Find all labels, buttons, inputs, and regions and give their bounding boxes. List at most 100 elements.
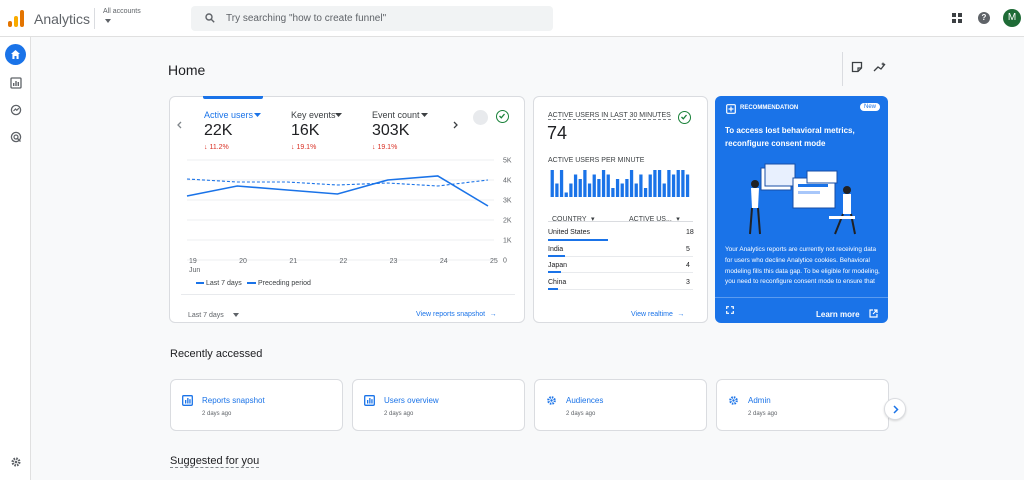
realtime-count: 74 (547, 123, 568, 143)
recent-item-admin[interactable]: Admin 2 days ago (716, 379, 889, 431)
arrow-right-icon: → (677, 311, 685, 318)
recommendation-icon (726, 104, 736, 114)
minute-bar (657, 170, 662, 197)
divider (181, 294, 515, 295)
item-time: 2 days ago (566, 411, 596, 417)
minute-bar (564, 192, 568, 197)
active-users-column-header[interactable]: ACTIVE US... ▾ (629, 208, 680, 226)
row-divider (548, 289, 693, 290)
chevron-left-icon[interactable] (176, 121, 183, 129)
minute-bar (601, 170, 606, 197)
recommendation-card[interactable]: RECOMMENDATION New To access lost behavi… (715, 96, 888, 323)
view-reports-snapshot-link[interactable]: View reports snapshot → (416, 303, 497, 321)
notes-icon[interactable] (851, 61, 863, 73)
button-label: Learn more (816, 310, 860, 319)
minute-bar (592, 174, 596, 197)
metric-label: Active users (204, 110, 254, 120)
avatar[interactable]: M (1003, 9, 1021, 27)
country-name: China (548, 279, 567, 286)
date-range-selector[interactable]: Last 7 days (188, 304, 240, 322)
report-icon (182, 395, 193, 406)
minute-bar (573, 174, 578, 197)
per-minute-label: ACTIVE USERS PER MINUTE (548, 157, 645, 164)
item-name: Users overview (384, 396, 439, 405)
y-tick-label: 5K (503, 158, 512, 165)
chevron-down-icon[interactable] (105, 19, 111, 23)
minute-bar (611, 188, 615, 197)
y-tick-label: 2K (503, 218, 512, 225)
expand-icon[interactable] (726, 306, 734, 314)
recommendation-tag: RECOMMENDATION (740, 105, 799, 111)
minute-bar (634, 183, 638, 197)
minute-bar (583, 170, 587, 197)
chevron-right-icon (893, 405, 899, 414)
metric-value: 16K (291, 122, 320, 139)
settings-gear-icon[interactable] (10, 456, 22, 468)
y-tick-label: 0 (503, 258, 507, 265)
scroll-next-button[interactable] (884, 398, 906, 420)
account-selector[interactable]: All accounts (103, 8, 141, 15)
advertising-icon[interactable] (10, 131, 22, 143)
apps-grid-icon[interactable] (952, 13, 962, 23)
line-chart: 5K 4K 3K 2K 1K 0 19 Jun 20 21 22 23 24 25 (186, 158, 512, 274)
metric-label: Event count (372, 110, 420, 120)
report-icon (364, 395, 375, 406)
minute-bar (550, 170, 554, 197)
minute-bar (639, 174, 643, 197)
minute-bar (587, 183, 592, 197)
link-label: View realtime (631, 311, 673, 318)
minute-bar (615, 179, 620, 197)
share-bar (548, 288, 558, 290)
minute-bar (597, 179, 601, 197)
nav-home-button[interactable] (5, 44, 26, 65)
minute-bar (606, 174, 610, 197)
minute-bar (653, 170, 657, 197)
metric-label: Key events (291, 110, 336, 120)
country-column-header[interactable]: COUNTRY ▾ (552, 208, 594, 226)
minute-bar (676, 170, 680, 197)
caret-down-icon (421, 113, 428, 117)
search-icon (205, 13, 215, 23)
caret-down-icon (254, 113, 261, 117)
metric-value: 22K (204, 122, 233, 139)
metric-delta: ↓ 11.2% (204, 144, 229, 151)
chevron-right-icon[interactable] (452, 121, 459, 129)
x-tick-sublabel: Jun (189, 267, 200, 274)
country-name: Japan (548, 262, 568, 269)
y-tick-label: 4K (503, 178, 512, 185)
open-in-new-icon (869, 309, 878, 318)
per-minute-bar-chart (550, 170, 690, 197)
recent-item-users-overview[interactable]: Users overview 2 days ago (352, 379, 525, 431)
divider (94, 8, 95, 29)
home-icon (11, 50, 20, 59)
learn-more-button[interactable]: Learn more (816, 304, 878, 322)
minute-bar (559, 170, 564, 197)
share-bar (548, 239, 608, 241)
reports-icon[interactable] (10, 77, 22, 89)
check-circle-icon (678, 111, 691, 124)
recent-item-audiences[interactable]: Audiences 2 days ago (534, 379, 707, 431)
caret-down-icon (233, 313, 240, 317)
selected-tab-indicator (203, 96, 263, 99)
view-realtime-link[interactable]: View realtime → (631, 303, 684, 321)
minute-bar (555, 183, 559, 197)
item-name: Reports snapshot (202, 396, 265, 405)
app-name: Analytics (34, 11, 91, 27)
share-bar (548, 271, 561, 273)
help-icon[interactable]: ? (978, 12, 990, 24)
page-title: Home (168, 62, 206, 78)
recommendation-body: Your Analytics reports are currently not… (725, 246, 880, 286)
share-bar (548, 255, 565, 257)
row-divider (548, 272, 693, 273)
explore-icon[interactable] (10, 104, 22, 116)
insights-badge-icon[interactable] (473, 110, 488, 125)
search-input[interactable]: Try searching "how to create funnel" (226, 13, 386, 24)
item-name: Admin (748, 396, 771, 405)
analytics-logo[interactable] (8, 10, 25, 27)
item-time: 2 days ago (384, 411, 414, 417)
minute-bar (662, 183, 666, 197)
x-tick-label: 19 (189, 258, 197, 265)
insights-icon[interactable] (873, 61, 887, 73)
check-circle-icon (496, 110, 509, 123)
recent-item-reports-snapshot[interactable]: Reports snapshot 2 days ago (170, 379, 343, 431)
